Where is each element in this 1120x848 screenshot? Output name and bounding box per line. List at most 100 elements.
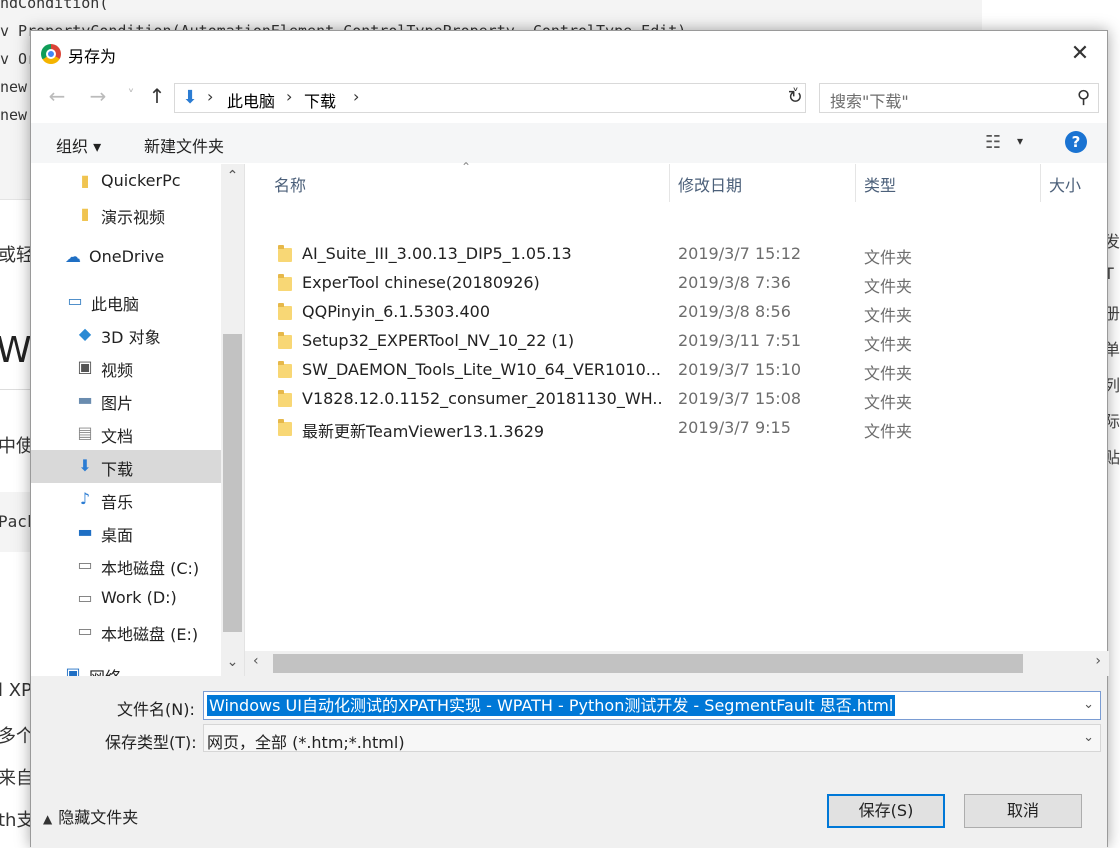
search-box[interactable]: 搜索"下载" ⚲	[819, 83, 1099, 113]
sidebar-item-music[interactable]: ♪ 音乐	[31, 483, 221, 516]
sidebar-item-pictures[interactable]: ▬ 图片	[31, 384, 221, 417]
folder-icon	[278, 274, 292, 291]
chevron-down-icon[interactable]: ▾	[1017, 134, 1023, 148]
breadcrumb-this-pc[interactable]: 此电脑	[227, 88, 275, 112]
document-icon: ▤	[77, 423, 93, 442]
music-icon: ♪	[79, 489, 91, 508]
column-header-type[interactable]: 类型	[864, 172, 896, 196]
filetype-select[interactable]: 网页，全部 (*.htm;*.html) ⌄	[203, 724, 1101, 752]
column-divider[interactable]	[855, 164, 856, 202]
sidebar-item-this-pc[interactable]: ▭ 此电脑	[31, 285, 221, 318]
file-date: 2019/3/7 15:12	[678, 244, 802, 263]
sidebar-item-desktop[interactable]: ▬ 桌面	[31, 516, 221, 549]
column-header-date[interactable]: 修改日期	[678, 172, 742, 196]
sidebar-item-drive-d[interactable]: ▭ Work (D:)	[31, 582, 221, 615]
file-row[interactable]: SW_DAEMON_Tools_Lite_W10_64_VER1010... 2…	[245, 356, 1065, 385]
save-button[interactable]: 保存(S)	[827, 794, 945, 828]
file-row[interactable]: ExperTool chinese(20180926) 2019/3/8 7:3…	[245, 269, 1065, 298]
chevron-right-icon: ›	[207, 87, 214, 106]
search-icon[interactable]: ⚲	[1077, 87, 1090, 108]
sidebar-item-demo-videos[interactable]: ▮ 演示视频	[31, 198, 221, 231]
view-options-icon[interactable]: ☷	[985, 132, 1001, 153]
sidebar-item-downloads[interactable]: ⬇ 下载	[31, 450, 221, 483]
sidebar-item-onedrive[interactable]: ☁ OneDrive	[31, 241, 221, 274]
scroll-down-icon[interactable]: ⌄	[221, 654, 244, 670]
help-button[interactable]: ?	[1065, 131, 1087, 153]
sidebar-item-label: 下载	[101, 460, 134, 479]
caret-up-icon: ▲	[43, 812, 53, 826]
sidebar-item-label: 本地磁盘 (E:)	[101, 625, 199, 644]
file-row[interactable]: V1828.12.0.1152_consumer_20181130_WH... …	[245, 385, 1065, 414]
close-button[interactable]: ✕	[1067, 41, 1093, 67]
organize-menu[interactable]: 组织 ▾	[56, 133, 101, 157]
folder-icon	[278, 303, 292, 320]
chrome-icon	[41, 44, 61, 64]
folder-icon	[278, 332, 292, 349]
picture-icon: ▬	[77, 390, 93, 409]
up-button[interactable]: ↑	[145, 85, 169, 107]
background-text: 或轻	[0, 245, 34, 266]
filename-value[interactable]: Windows UI自动化测试的XPATH实现 - WPATH - Python…	[207, 695, 896, 716]
filename-field[interactable]: Windows UI自动化测试的XPATH实现 - WPATH - Python…	[203, 691, 1101, 720]
forward-button[interactable]: →	[86, 85, 110, 107]
scroll-up-icon[interactable]: ⌃	[221, 168, 244, 184]
column-divider[interactable]	[669, 164, 670, 202]
sidebar-item-documents[interactable]: ▤ 文档	[31, 417, 221, 450]
scrollbar-thumb[interactable]	[273, 654, 1023, 673]
folder-icon: ▮	[80, 204, 90, 223]
sidebar-item-network[interactable]: ▣ 网络	[31, 658, 221, 676]
file-date: 2019/3/11 7:51	[678, 331, 802, 350]
sidebar-item-label: OneDrive	[89, 247, 165, 266]
search-input[interactable]: 搜索"下载"	[830, 88, 909, 112]
dialog-title: 另存为	[68, 47, 117, 66]
sidebar-item-label: 演示视频	[101, 208, 166, 227]
file-row[interactable]: QQPinyin_6.1.5303.400 2019/3/8 8:56 文件夹	[245, 298, 1065, 327]
download-arrow-icon: ⬇	[182, 87, 198, 108]
sidebar-item-3d-objects[interactable]: ◆ 3D 对象	[31, 318, 221, 351]
file-name: ExperTool chinese(20180926)	[302, 273, 540, 292]
navigation-bar: ← → ˅ ↑ ⬇ › 此电脑 › 下载 › ˅ ↻ 搜索"下载" ⚲	[31, 77, 1107, 117]
folder-icon	[278, 419, 292, 436]
column-divider[interactable]	[1040, 164, 1041, 202]
cube-icon: ◆	[78, 324, 92, 343]
computer-icon: ▭	[67, 291, 83, 310]
column-header-size[interactable]: 大小	[1049, 172, 1081, 196]
code-line: new	[0, 106, 28, 124]
sidebar-item-label: 图片	[101, 394, 134, 413]
new-folder-button[interactable]: 新建文件夹	[144, 133, 224, 157]
breadcrumb-downloads[interactable]: 下载	[304, 88, 336, 112]
sidebar-item-label: 视频	[101, 361, 134, 380]
cancel-button[interactable]: 取消	[964, 794, 1082, 828]
back-button[interactable]: ←	[45, 85, 69, 107]
recent-locations-button[interactable]: ˅	[119, 85, 143, 107]
code-line: new	[0, 78, 28, 96]
file-list-scrollbar[interactable]: ‹ ›	[245, 651, 1109, 676]
scroll-left-icon[interactable]: ‹	[253, 653, 259, 669]
column-header-name[interactable]: 名称	[274, 172, 306, 196]
sidebar-item-videos[interactable]: ▣ 视频	[31, 351, 221, 384]
file-row[interactable]: 最新更新TeamViewer13.1.3629 2019/3/7 9:15 文件…	[245, 414, 1065, 443]
drive-icon: ▭	[77, 555, 93, 574]
file-date: 2019/3/7 15:10	[678, 360, 802, 379]
hide-folders-toggle[interactable]: ▲ 隐藏文件夹	[43, 804, 138, 828]
network-icon: ▣	[65, 664, 81, 676]
scroll-right-icon[interactable]: ›	[1095, 653, 1101, 669]
scrollbar-thumb[interactable]	[223, 334, 242, 632]
hide-folders-label: 隐藏文件夹	[58, 808, 139, 827]
title-bar[interactable]: 另存为 ✕	[31, 31, 1107, 77]
save-form: 文件名(N): Windows UI自动化测试的XPATH实现 - WPATH …	[31, 676, 1107, 848]
refresh-button[interactable]: ↻	[783, 83, 807, 113]
chevron-down-icon[interactable]: ⌄	[1083, 730, 1094, 745]
sidebar-item-quickerpc[interactable]: ▮ QuickerPc	[31, 165, 221, 198]
file-name: AI_Suite_III_3.00.13_DIP5_1.05.13	[302, 244, 572, 263]
address-bar[interactable]: ⬇ › 此电脑 › 下载 › ˅	[174, 83, 806, 113]
chevron-down-icon[interactable]: ⌄	[1083, 697, 1094, 712]
chevron-right-icon: ›	[353, 87, 360, 106]
sidebar-item-drive-e[interactable]: ▭ 本地磁盘 (E:)	[31, 615, 221, 648]
sidebar-item-drive-c[interactable]: ▭ 本地磁盘 (C:)	[31, 549, 221, 582]
file-row[interactable]: AI_Suite_III_3.00.13_DIP5_1.05.13 2019/3…	[245, 240, 1065, 269]
file-name: Setup32_EXPERTool_NV_10_22 (1)	[302, 331, 575, 350]
sidebar-scrollbar[interactable]: ⌃ ⌄	[221, 164, 244, 676]
sidebar-item-label: 桌面	[101, 526, 134, 545]
file-row[interactable]: Setup32_EXPERTool_NV_10_22 (1) 2019/3/11…	[245, 327, 1065, 356]
